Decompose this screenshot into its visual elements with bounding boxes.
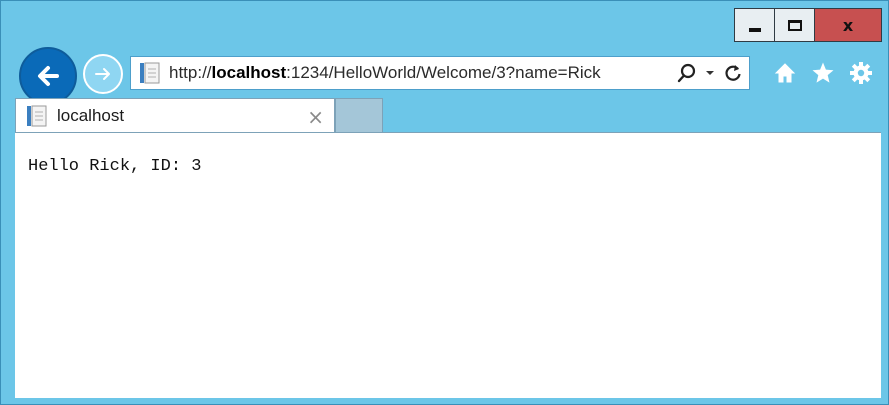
tab-localhost[interactable]: localhost ×	[15, 98, 335, 133]
refresh-icon[interactable]	[723, 63, 743, 83]
back-arrow-icon	[38, 66, 59, 86]
tab-close-icon[interactable]: ×	[307, 105, 324, 129]
search-icon[interactable]	[677, 63, 697, 83]
minimize-button[interactable]	[734, 8, 775, 42]
page-content: Hello Rick, ID: 3	[15, 132, 881, 398]
maximize-button[interactable]	[775, 8, 815, 42]
home-button[interactable]	[773, 61, 797, 85]
address-bar[interactable]: http://localhost:1234/HelloWorld/Welcome…	[130, 56, 750, 90]
browser-window: x http://localhost:1234/HelloWorld/Welco…	[0, 0, 889, 405]
star-icon	[812, 62, 834, 83]
gear-icon	[850, 62, 872, 84]
url-text[interactable]: http://localhost:1234/HelloWorld/Welcome…	[169, 63, 601, 83]
close-icon: x	[842, 15, 854, 35]
minimize-icon	[748, 28, 761, 32]
forward-arrow-icon	[95, 68, 110, 80]
forward-button[interactable]	[83, 54, 123, 94]
favorites-button[interactable]	[811, 61, 835, 85]
new-tab-button[interactable]	[335, 98, 383, 133]
page-icon	[139, 62, 161, 84]
back-button[interactable]	[19, 47, 77, 105]
browser-toolbar	[773, 55, 873, 91]
tab-title: localhost	[57, 106, 125, 125]
address-tools	[677, 57, 743, 89]
dropdown-arrow-icon[interactable]	[705, 68, 715, 78]
page-text: Hello Rick, ID: 3	[28, 157, 202, 176]
url-path: :1234/HelloWorld/Welcome/3?name=Rick	[286, 63, 601, 82]
tab-page-icon	[26, 105, 48, 127]
url-host: localhost	[211, 63, 287, 82]
maximize-icon	[787, 19, 802, 31]
url-prefix: http://	[169, 63, 212, 82]
tools-button[interactable]	[849, 61, 873, 85]
home-icon	[774, 63, 796, 83]
close-window-button[interactable]: x	[815, 8, 882, 42]
